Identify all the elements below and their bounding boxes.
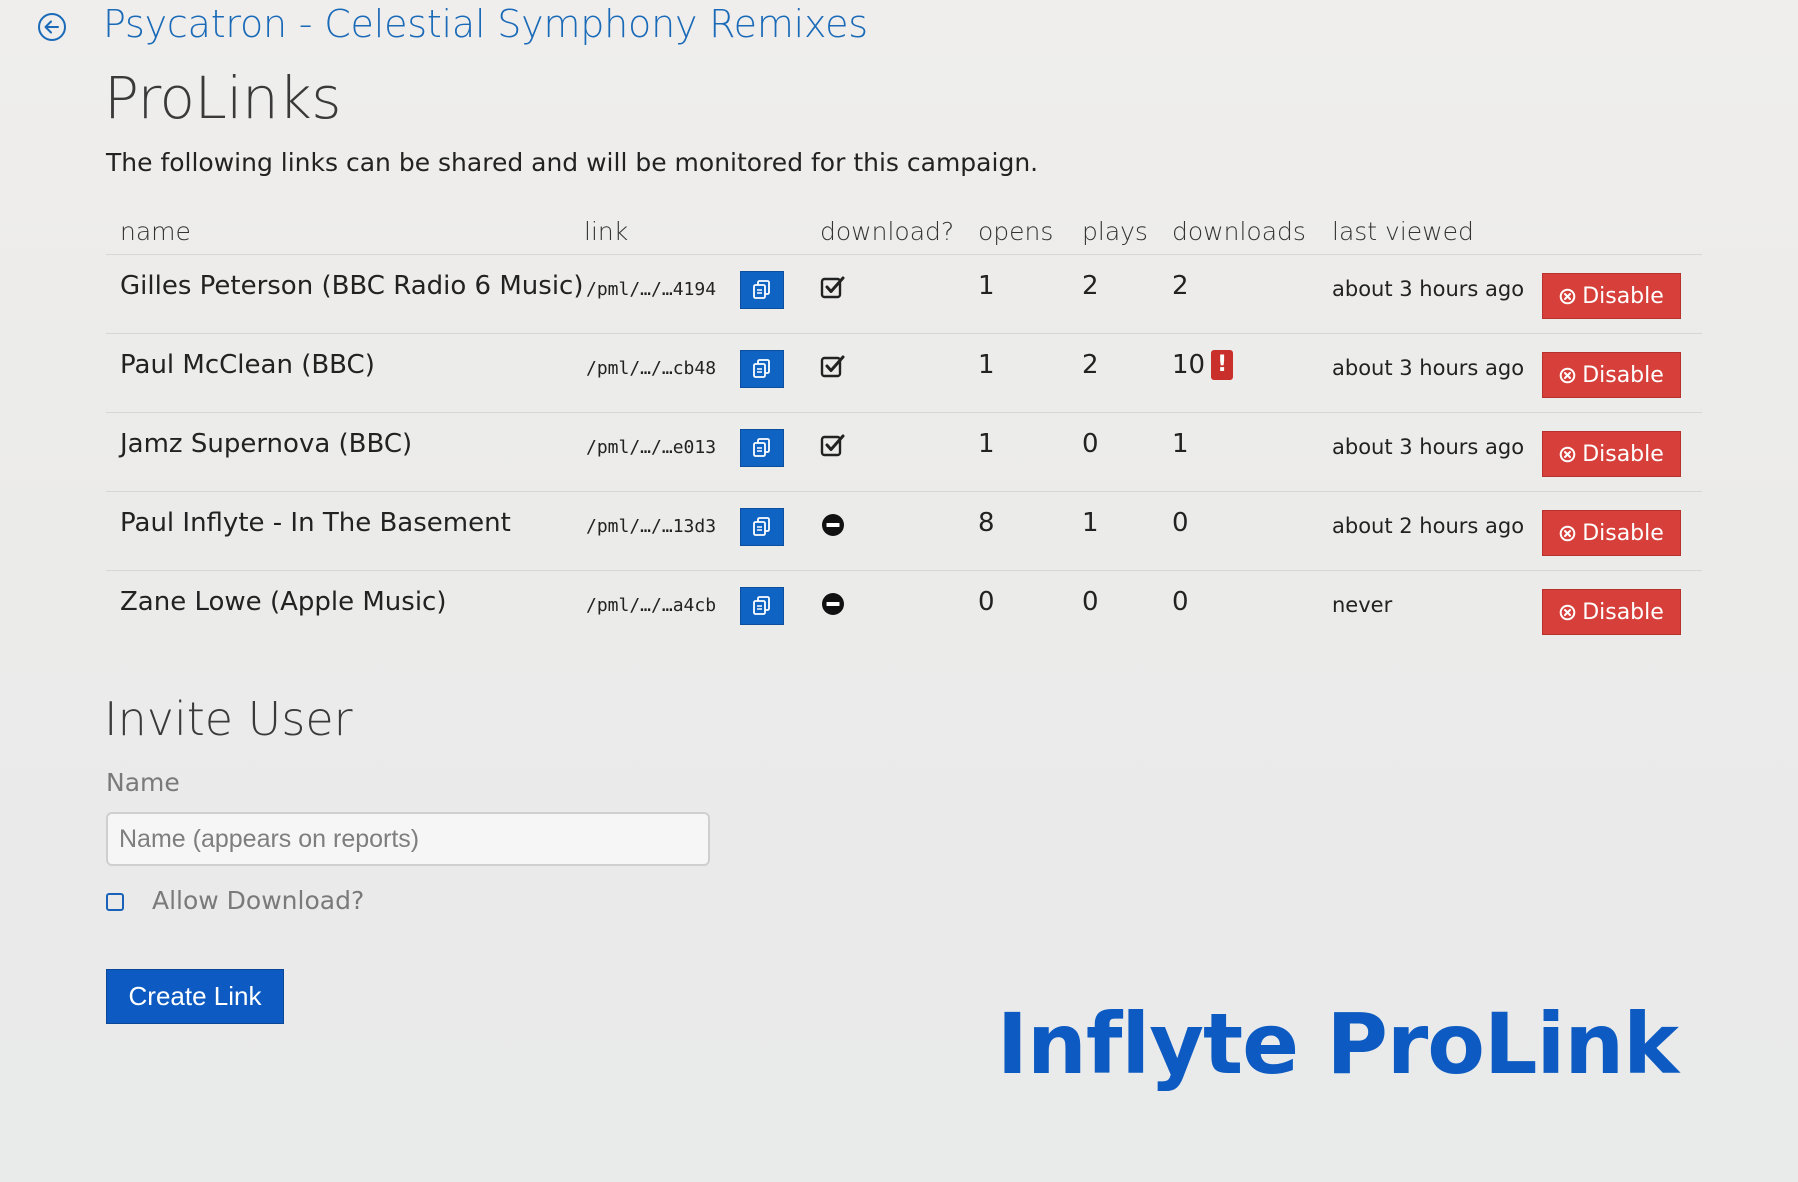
- table-row: Paul McClean (BBC) /pml/…/…cb48 1 2 10! about…: [106, 334, 1702, 413]
- opens-count: 1: [978, 271, 995, 301]
- downloads-count: 0: [1172, 587, 1189, 617]
- downloads-count: 0: [1172, 508, 1189, 538]
- copy-clipboard-icon: [753, 438, 770, 457]
- download-allowed-icon: [820, 354, 846, 380]
- x-circle-icon: [1559, 446, 1576, 463]
- checked-box-icon: [820, 276, 845, 299]
- last-viewed: about 3 hours ago: [1332, 356, 1525, 380]
- table-row: Zane Lowe (Apple Music) /pml/…/…a4cb 0 0 0 ne…: [106, 571, 1702, 649]
- table-body: Gilles Peterson (BBC Radio 6 Music)/pml/…: [106, 255, 1702, 649]
- page-title: ProLinks: [104, 64, 342, 132]
- link-url: /pml/…/…13d3: [586, 516, 717, 537]
- x-circle-icon: [1559, 367, 1576, 384]
- link-url: /pml/…/…cb48: [586, 358, 717, 379]
- name-input[interactable]: [106, 812, 710, 866]
- copy-link-button[interactable]: [740, 508, 784, 546]
- link-name: Gilles Peterson (BBC Radio 6 Music): [120, 271, 584, 301]
- opens-count: 8: [978, 508, 995, 538]
- download-blocked-icon: [820, 591, 846, 617]
- download-blocked-icon: [820, 512, 846, 538]
- x-circle-icon: [1559, 288, 1576, 305]
- table-row: Gilles Peterson (BBC Radio 6 Music)/pml/…: [106, 255, 1702, 334]
- exclamation-icon: !: [1211, 350, 1234, 380]
- disable-button[interactable]: Disable: [1542, 510, 1681, 556]
- opens-count: 1: [978, 350, 995, 380]
- plays-count: 0: [1082, 429, 1099, 459]
- name-field-label: Name: [106, 768, 180, 797]
- table-row: Paul Inflyte - In The Basement/pml/…/…13…: [106, 492, 1702, 571]
- downloads-count: 2: [1172, 271, 1189, 301]
- disable-button[interactable]: Disable: [1542, 589, 1681, 635]
- last-viewed: never: [1332, 593, 1393, 617]
- back-arrow-circle-icon: [38, 13, 66, 41]
- campaign-title: Psycatron - Celestial Symphony Remixes: [103, 2, 868, 46]
- link-name: Jamz Supernova (BBC): [120, 429, 413, 459]
- disable-button[interactable]: Disable: [1542, 273, 1681, 319]
- last-viewed: about 3 hours ago: [1332, 277, 1525, 301]
- column-header-opens: opens: [978, 217, 1054, 246]
- downloads-cell: 10!: [1172, 350, 1234, 380]
- column-header-last-viewed: last viewed: [1332, 217, 1474, 246]
- disable-button-label: Disable: [1582, 441, 1664, 467]
- allow-download-label[interactable]: Allow Download?: [152, 886, 364, 915]
- copy-clipboard-icon: [753, 280, 770, 299]
- link-name: Paul McClean (BBC): [120, 350, 375, 380]
- last-viewed: about 2 hours ago: [1332, 514, 1525, 538]
- download-allowed-icon: [820, 433, 846, 459]
- opens-count: 0: [978, 587, 995, 617]
- column-header-link: link: [584, 217, 629, 246]
- link-url: /pml/…/…4194: [586, 279, 717, 300]
- link-url: /pml/…/…e013: [586, 437, 717, 458]
- copy-link-button[interactable]: [740, 271, 784, 309]
- x-circle-icon: [1559, 604, 1576, 621]
- last-viewed: about 3 hours ago: [1332, 435, 1525, 459]
- column-header-plays: plays: [1082, 217, 1148, 246]
- create-link-button[interactable]: Create Link: [106, 969, 284, 1024]
- plays-count: 2: [1082, 350, 1099, 380]
- x-circle-icon: [1559, 525, 1576, 542]
- column-header-download: download?: [820, 217, 955, 246]
- checked-box-icon: [820, 434, 845, 457]
- downloads-count: 1: [1172, 429, 1189, 459]
- checked-box-icon: [820, 355, 845, 378]
- downloads-cell: 0: [1172, 587, 1189, 617]
- minus-circle-icon: [822, 514, 844, 536]
- copy-clipboard-icon: [753, 359, 770, 378]
- disable-button-label: Disable: [1582, 520, 1664, 546]
- prolinks-table: name link download? opens plays download…: [106, 213, 1702, 649]
- plays-count: 2: [1082, 271, 1099, 301]
- table-header: name link download? opens plays download…: [106, 213, 1702, 255]
- page-description: The following links can be shared and wi…: [106, 148, 1039, 177]
- opens-count: 1: [978, 429, 995, 459]
- disable-button-label: Disable: [1582, 283, 1664, 309]
- download-allowed-icon: [820, 275, 846, 301]
- downloads-cell: 2: [1172, 271, 1189, 301]
- link-name: Zane Lowe (Apple Music): [120, 587, 447, 617]
- brand-logo: Inflyte ProLink: [996, 995, 1679, 1093]
- plays-count: 1: [1082, 508, 1099, 538]
- allow-download-checkbox[interactable]: [106, 893, 124, 911]
- copy-link-button[interactable]: [740, 350, 784, 388]
- link-url: /pml/…/…a4cb: [586, 595, 717, 616]
- disable-button[interactable]: Disable: [1542, 431, 1681, 477]
- copy-clipboard-icon: [753, 517, 770, 536]
- plays-count: 0: [1082, 587, 1099, 617]
- invite-section-title: Invite User: [104, 692, 353, 746]
- disable-button-label: Disable: [1582, 362, 1664, 388]
- link-name: Paul Inflyte - In The Basement: [120, 508, 511, 538]
- copy-link-button[interactable]: [740, 429, 784, 467]
- downloads-cell: 0: [1172, 508, 1189, 538]
- column-header-downloads: downloads: [1172, 217, 1306, 246]
- downloads-cell: 1: [1172, 429, 1189, 459]
- downloads-count: 10: [1172, 350, 1206, 380]
- disable-button[interactable]: Disable: [1542, 352, 1681, 398]
- minus-circle-icon: [822, 593, 844, 615]
- table-row: Jamz Supernova (BBC) /pml/…/…e013 1 0 1 about…: [106, 413, 1702, 492]
- disable-button-label: Disable: [1582, 599, 1664, 625]
- copy-link-button[interactable]: [740, 587, 784, 625]
- copy-clipboard-icon: [753, 596, 770, 615]
- column-header-name: name: [120, 217, 191, 246]
- back-button[interactable]: [37, 12, 67, 42]
